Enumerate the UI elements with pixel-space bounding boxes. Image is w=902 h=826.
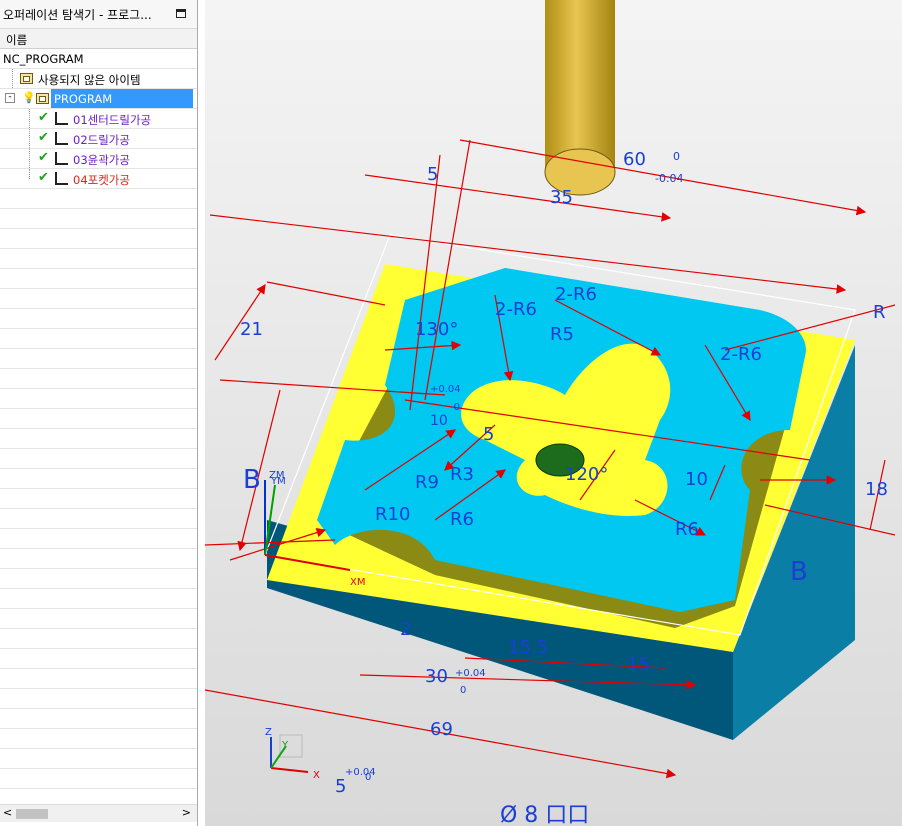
dim-text: +0.04 — [430, 384, 461, 395]
dim-text: 2-R6 — [495, 299, 537, 320]
tree-item-op-02[interactable]: ✔ 02드릴가공 — [0, 129, 197, 149]
scroll-thumb[interactable] — [16, 809, 48, 819]
tree-item-program[interactable]: - 💡 PROGRAM — [0, 89, 197, 109]
tree-item-label: NC_PROGRAM — [3, 52, 84, 66]
dim-text: Ø 8 口口 — [500, 803, 589, 826]
navigator-title: 오퍼레이션 탐색기 - 프로그... — [3, 8, 152, 22]
lightbulb-icon: 💡 — [22, 91, 36, 104]
check-icon: ✔ — [38, 110, 49, 125]
dim-text: 2-R6 — [555, 284, 597, 305]
dim-text: 0 — [460, 685, 466, 696]
tree-item-unused-items[interactable]: 사용되지 않은 아이템 — [0, 69, 197, 89]
dim-text: 18 — [865, 479, 888, 500]
check-icon: ✔ — [38, 150, 49, 165]
dim-text: R10 — [375, 504, 410, 525]
operation-navigator: 오퍼레이션 탐색기 - 프로그... 이름 NC_PROGRAM 사용되지 않은… — [0, 0, 198, 826]
dim-text: R9 — [415, 472, 439, 493]
tree-item-label: 03윤곽가공 — [73, 153, 130, 167]
dim-text: 2 — [400, 619, 411, 640]
dim-text: -0 — [450, 402, 460, 413]
tree-item-label: 04포켓가공 — [73, 173, 130, 187]
tree-item-label: 02드릴가공 — [73, 133, 130, 147]
column-header-label: 이름 — [6, 33, 28, 47]
tree-item-label: 01센터드릴가공 — [73, 113, 152, 127]
cutting-tool — [545, 0, 615, 172]
check-icon: ✔ — [38, 170, 49, 185]
triad-label-z: Z — [265, 727, 272, 738]
tree-item-op-03[interactable]: ✔ 03윤곽가공 — [0, 149, 197, 169]
navigator-header: 오퍼레이션 탐색기 - 프로그... — [0, 0, 197, 29]
tree-item-op-01[interactable]: ✔ 01센터드릴가공 — [0, 109, 197, 129]
dim-text: 35 — [550, 187, 573, 208]
dim-text: 60 — [623, 149, 646, 170]
tree-item-label: PROGRAM — [54, 92, 113, 106]
dim-text: R6 — [450, 509, 474, 530]
scroll-left-icon[interactable]: < — [3, 806, 12, 819]
tree-item-nc-program[interactable]: NC_PROGRAM — [0, 49, 197, 69]
folder-icon — [36, 93, 49, 104]
dim-text: 21 — [240, 319, 263, 340]
collapse-icon[interactable]: - — [5, 93, 15, 103]
dim-text: R5 — [550, 324, 574, 345]
dim-text: R — [873, 302, 886, 323]
axis-label-ym: YM — [270, 476, 286, 487]
dim-text: 0 — [365, 772, 371, 783]
triad-label-x: X — [313, 770, 320, 781]
dim-text: 15 — [627, 654, 650, 675]
dim-text: 69 — [430, 719, 453, 740]
folder-icon — [20, 73, 33, 84]
tree-item-label: 사용되지 않은 아이템 — [38, 73, 141, 87]
empty-rows — [0, 189, 197, 809]
dim-text: B — [790, 557, 808, 587]
dim-text: 5 — [335, 776, 346, 797]
dim-text: 10 — [685, 469, 708, 490]
dim-text: R3 — [450, 464, 474, 485]
dim-text: -0.04 — [655, 172, 683, 185]
center-drill-icon — [55, 112, 68, 125]
dim-text: 15.5 — [508, 637, 548, 658]
maximize-icon[interactable] — [176, 9, 186, 18]
cad-model-view: 60 0 -0.04 35 5 2-R6 2-R6 R5 2-R6 130° 2… — [205, 0, 896, 826]
dim-text: 120° — [565, 464, 608, 485]
dim-text: 130° — [415, 319, 458, 340]
dim-text: B — [243, 465, 261, 495]
triad-label-y: Y — [281, 740, 289, 751]
scroll-right-icon[interactable]: > — [182, 806, 191, 819]
dim-text: 2-R6 — [720, 344, 762, 365]
dim-text: 5 — [483, 424, 494, 445]
drill-icon — [55, 132, 68, 145]
pocket-icon — [55, 172, 68, 185]
column-header-name[interactable]: 이름 — [0, 29, 197, 49]
dim-text: +0.04 — [455, 668, 486, 679]
tree-item-op-04[interactable]: ✔ 04포켓가공 — [0, 169, 197, 189]
dim-text: R6 — [675, 519, 699, 540]
dim-text: 10 — [430, 413, 448, 429]
contour-icon — [55, 152, 68, 165]
dim-text: 5 — [427, 164, 438, 185]
check-icon: ✔ — [38, 130, 49, 145]
horizontal-scrollbar[interactable]: < > — [0, 804, 197, 822]
axis-label-xm: XM — [350, 577, 365, 588]
graphics-viewport[interactable]: 60 0 -0.04 35 5 2-R6 2-R6 R5 2-R6 130° 2… — [205, 0, 902, 826]
view-triad — [270, 734, 309, 773]
dim-text: 0 — [673, 150, 680, 163]
dim-text: 30 — [425, 666, 448, 687]
